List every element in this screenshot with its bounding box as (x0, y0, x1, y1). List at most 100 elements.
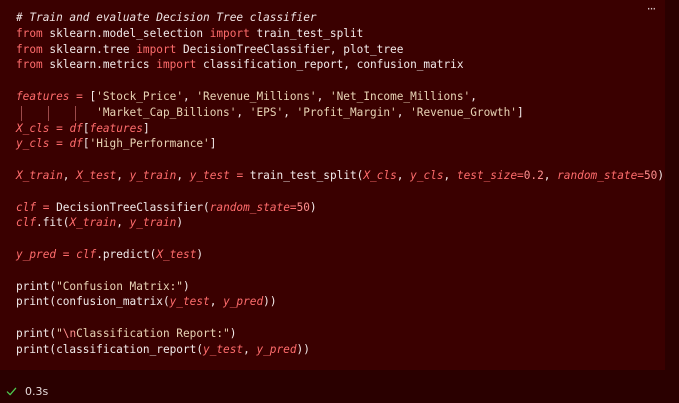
code-token: 50 (296, 200, 310, 214)
code-cell[interactable]: ··· # Train and evaluate Decision Tree c… (0, 0, 665, 370)
code-token: features (16, 89, 70, 103)
code-token: , (443, 168, 457, 182)
code-token: 'Revenue_Millions' (196, 89, 317, 103)
code-token: , (283, 105, 297, 119)
code-token: 'EPS' (249, 105, 284, 119)
code-token: ) (657, 168, 665, 182)
code-token: ) (176, 216, 184, 230)
code-token: # Train and evaluate Decision Tree class… (16, 11, 317, 24)
code-token: y_test (189, 168, 230, 182)
code-token: y_cls (410, 168, 444, 182)
code-token: 'Market_Cap_Billions' (96, 105, 237, 119)
code-token: y_pred (16, 247, 57, 261)
code-token: , (243, 342, 257, 356)
code-line: print("\nClassification Report:") (16, 326, 664, 342)
code-token: df (69, 137, 83, 151)
code-token: )) (263, 295, 277, 309)
code-line: features = ['Stock_Price', 'Revenue_Mill… (16, 89, 664, 105)
code-token: y_train (129, 168, 177, 182)
code-token: clf (76, 247, 97, 261)
code-token: , (316, 89, 330, 103)
code-token: X_train (69, 216, 117, 230)
code-token: X_test (156, 247, 197, 261)
code-token: .predict( (96, 247, 157, 261)
code-line: from sklearn.tree import DecisionTreeCla… (16, 42, 664, 58)
code-token: ) (196, 247, 204, 261)
notebook-page: ··· # Train and evaluate Decision Tree c… (0, 0, 679, 403)
code-token: 'Profit_Margin' (296, 105, 397, 119)
code-token: , (183, 89, 197, 103)
code-token: ) (182, 279, 190, 293)
code-token: df (69, 121, 83, 135)
code-token: print(classification_report( (16, 342, 204, 356)
code-token: , (62, 168, 77, 182)
code-token: , (209, 295, 224, 309)
code-editor[interactable]: # Train and evaluate Decision Tree class… (16, 10, 664, 358)
code-token: sklearn.tree (42, 42, 137, 56)
code-token: y_pred (256, 342, 297, 356)
code-token: 50 (643, 168, 658, 182)
code-token: "Confusion Matrix:" (56, 279, 183, 293)
code-token: random_state (557, 168, 638, 182)
code-token: sklearn.metrics (42, 58, 157, 72)
code-line: from sklearn.metrics import classificati… (16, 57, 664, 73)
code-token: X_cls (16, 121, 50, 135)
code-token: , (396, 168, 411, 182)
code-token: 'Revenue_Growth' (410, 105, 517, 119)
code-token: print( (16, 279, 57, 293)
code-token: 0.2 (523, 168, 544, 182)
code-token: , (470, 89, 477, 103)
code-token: DecisionTreeClassifier, plot_tree (176, 42, 404, 56)
code-token: = (517, 168, 524, 182)
code-token: DecisionTreeClassifier( (49, 200, 210, 214)
code-line: # Train and evaluate Decision Tree class… (16, 10, 664, 26)
code-token: , (396, 105, 411, 119)
code-line: print(confusion_matrix(y_test, y_pred)) (16, 294, 664, 310)
code-token: from (16, 58, 43, 72)
code-token: = (56, 137, 63, 151)
code-token: ] (142, 121, 150, 135)
code-line: print("Confusion Matrix:") (16, 279, 664, 295)
code-token: \n (62, 326, 77, 340)
code-token: 'Stock_Price' (96, 89, 183, 103)
code-token: sklearn.model_selection (42, 26, 210, 40)
code-token: [ (82, 121, 90, 135)
code-token: )) (296, 342, 310, 356)
code-token: ) (229, 326, 237, 340)
code-token: features (89, 121, 143, 135)
code-token: train_test_split (249, 26, 364, 40)
code-token: [ (82, 137, 90, 151)
code-token: print( (16, 326, 57, 340)
code-token: , (176, 168, 190, 182)
code-token: classification_report, confusion_matrix (196, 58, 464, 72)
code-token: = (289, 200, 297, 214)
code-token: = (56, 121, 63, 135)
code-token: ] (516, 105, 524, 119)
code-token: import (209, 26, 250, 40)
code-token: import (136, 42, 177, 56)
code-line: clf = DecisionTreeClassifier(random_stat… (16, 200, 664, 216)
code-token: random_state (209, 200, 290, 214)
code-line: y_pred = clf.predict(X_test) (16, 247, 664, 263)
code-token: X_cls (363, 168, 397, 182)
code-token: from (16, 26, 43, 40)
code-token: X_train (16, 168, 63, 182)
code-line: y_cls = df['High_Performance'] (16, 136, 664, 152)
code-token: , (116, 216, 130, 230)
code-token: train_test_split( (243, 168, 364, 182)
code-token: [ (82, 89, 97, 103)
code-line: X_train, X_test, y_train, y_test = train… (16, 168, 664, 184)
code-token: test_size (456, 168, 518, 182)
code-token: y_train (129, 216, 177, 230)
code-token: clf (16, 216, 37, 230)
code-token: y_test (169, 295, 210, 309)
